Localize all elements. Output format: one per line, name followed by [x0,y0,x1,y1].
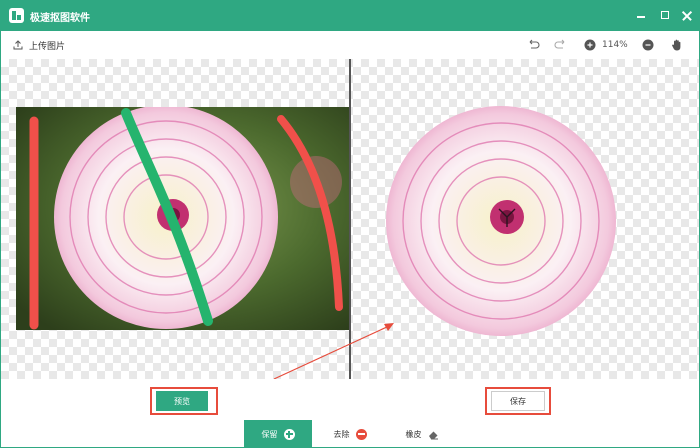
app-window: 极速抠图软件 上传图片 114% 预览 保存 保留 去除 橡皮 [0,0,700,448]
compare-divider [349,59,351,379]
zoom-in-icon[interactable] [583,38,597,52]
tab-remove-label: 去除 [333,429,350,439]
save-button[interactable]: 保存 [491,391,545,411]
app-title: 极速抠图软件 [30,13,90,24]
upload-label: 上传图片 [29,41,66,52]
undo-icon[interactable] [526,38,540,52]
maximize-button[interactable] [656,6,676,26]
result-image[interactable] [373,99,623,339]
minimize-button[interactable] [631,6,651,26]
eraser-icon [428,431,438,439]
upload-image-button[interactable]: 上传图片 [13,38,65,52]
source-image[interactable] [16,107,349,330]
minus-circle-icon [355,428,367,440]
bottom-panel: 预览 保存 保留 去除 橡皮 [1,379,699,447]
preview-button[interactable]: 预览 [156,391,208,411]
title-bar: 极速抠图软件 [1,1,699,31]
tab-eraser-label: 橡皮 [405,429,422,439]
upload-icon [13,40,23,50]
redo-icon[interactable] [554,38,568,52]
close-button[interactable] [678,6,698,26]
tab-eraser[interactable]: 橡皮 [388,420,456,447]
zoom-level: 114% [602,40,628,50]
zoom-out-icon[interactable] [641,38,655,52]
toolbar: 上传图片 114% [1,31,699,59]
tab-keep-label: 保留 [261,429,278,439]
hand-icon[interactable] [670,38,684,52]
plus-circle-icon [283,428,295,440]
app-logo-icon [9,8,24,23]
tab-remove[interactable]: 去除 [316,420,384,447]
editing-canvas[interactable] [1,59,699,379]
tab-keep[interactable]: 保留 [244,420,312,447]
